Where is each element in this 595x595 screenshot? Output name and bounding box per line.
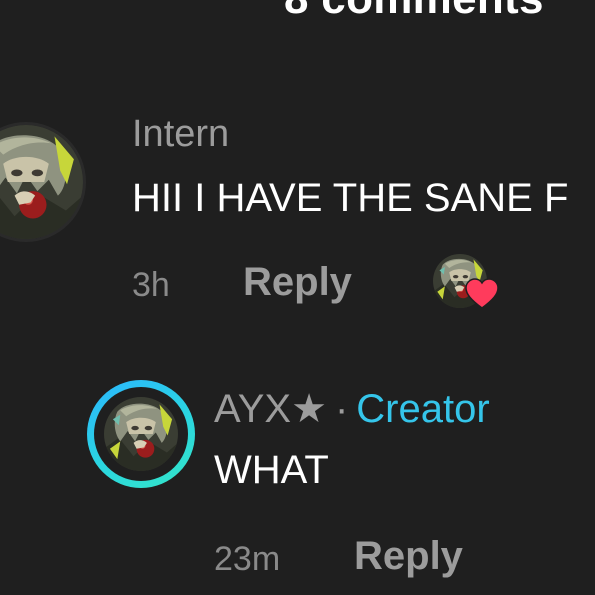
comments-screen: 8 comments Intern HII I HAVE THE SANE F … [0,0,595,595]
comment-reply-button[interactable]: Reply [243,260,352,305]
anime-character-avatar-icon [104,397,178,471]
comment-username[interactable]: Intern [132,113,229,156]
reply-author-row: AYX★ · Creator [214,386,490,432]
anime-character-avatar-icon [0,125,83,239]
separator-dot: · [334,387,349,431]
comment-text: HII I HAVE THE SANE F [132,176,569,220]
heart-icon [465,278,499,309]
reply-reply-button[interactable]: Reply [354,534,463,579]
commenter-avatar[interactable] [0,122,86,242]
comment-timestamp: 3h [132,266,170,304]
reply-text: WHAT [214,448,329,492]
reply-timestamp: 23m [214,540,281,578]
comments-count-title: 8 comments [284,0,544,24]
liked-by-creator-indicator [433,254,499,309]
creator-badge: Creator [356,387,490,431]
reply-avatar[interactable] [104,397,178,471]
reply-username[interactable]: AYX★ [214,387,327,431]
